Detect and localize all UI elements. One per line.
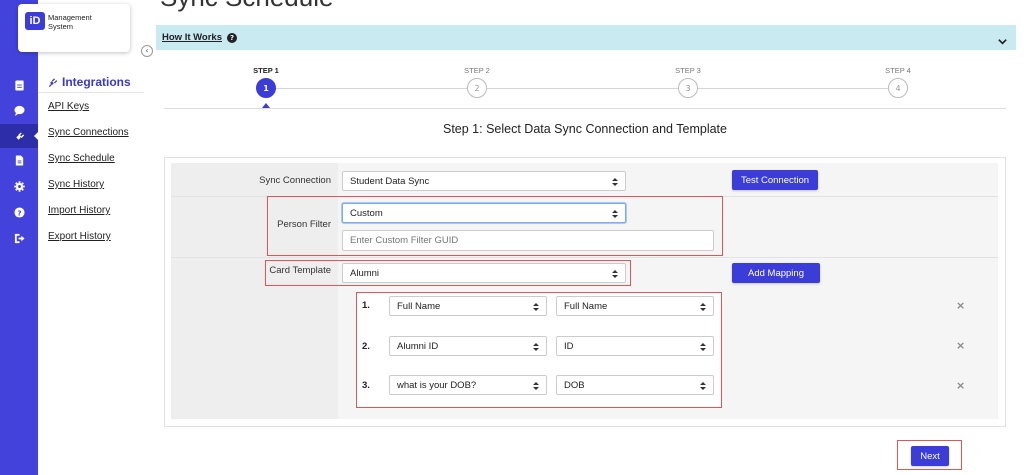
how-it-works-link[interactable]: How It Works [162,32,222,43]
sidebar-item-api-keys[interactable]: API Keys [48,101,89,112]
person-filter-select[interactable]: Custom [342,203,626,223]
select-arrows-icon [700,343,706,351]
sync-connection-label: Sync Connection [259,175,331,186]
logo-text-line1: Management [48,13,92,22]
mapping-source-value: Alumni ID [397,340,439,352]
step-4[interactable]: STEP 4 4 [868,66,928,98]
help-icon: ? [227,32,237,43]
step-number: 2 [467,78,487,98]
remove-mapping-icon[interactable]: × [956,339,965,352]
stepper-track [266,88,898,89]
sidebar-item-export-history[interactable]: Export History [48,231,111,242]
divider [164,108,1006,109]
select-arrows-icon [533,343,539,351]
step-number: 4 [888,78,908,98]
step-heading: Step 1: Select Data Sync Connection and … [443,122,727,136]
page-title: Sync Schedule [160,0,333,13]
logo-badge: iD [25,12,45,30]
mapping-source-value: Full Name [397,300,441,312]
card-template-value: Alumni [350,267,380,279]
divider [38,92,144,93]
plug-icon [48,78,58,87]
sidebar-collapse-button[interactable]: ‹ [141,45,153,57]
sidebar-item-sync-connections[interactable]: Sync Connections [48,127,129,138]
svg-text:?: ? [17,208,21,217]
mapping-target-select[interactable]: ID [556,336,714,356]
row-divider [171,257,998,258]
step-number: 3 [678,78,698,98]
mapping-source-select[interactable]: Alumni ID [389,336,547,356]
mapping-source-select[interactable]: Full Name [389,296,547,316]
select-arrows-icon [700,303,706,311]
plug-icon[interactable] [0,124,39,148]
select-arrows-icon [612,210,618,218]
test-connection-button[interactable]: Test Connection [732,170,818,190]
step-2[interactable]: STEP 2 2 [447,66,507,98]
sidebar-item-import-history[interactable]: Import History [48,205,110,216]
mapping-number: 3. [362,380,370,391]
sync-connection-select[interactable]: Student Data Sync [342,171,626,191]
card-template-select[interactable]: Alumni [342,263,626,283]
next-button[interactable]: Next [911,446,949,466]
document-icon[interactable] [0,151,38,169]
mapping-number: 2. [362,341,370,352]
select-arrows-icon [700,382,706,390]
select-arrows-icon [533,303,539,311]
person-filter-label: Person Filter [277,219,331,230]
sync-connection-value: Student Data Sync [350,175,430,187]
select-arrows-icon [612,270,618,278]
select-arrows-icon [533,382,539,390]
question-icon[interactable]: ? [0,203,38,221]
remove-mapping-icon[interactable]: × [956,379,965,392]
how-it-works-bar[interactable]: How It Works ? [156,25,1016,50]
step-number: 1 [256,78,276,98]
mapping-number: 1. [362,300,370,311]
remove-mapping-icon[interactable]: × [956,299,965,312]
step-label: STEP 4 [885,66,911,75]
select-arrows-icon [612,178,618,186]
sidebar-title-label: Integrations [62,75,131,89]
sign-out-icon[interactable] [0,229,38,247]
chat-icon[interactable] [0,101,38,119]
app-logo[interactable]: iD Management System [18,4,130,52]
logo-text-line2: System [48,22,74,31]
mapping-target-value: ID [564,340,574,352]
sidebar-item-sync-schedule[interactable]: Sync Schedule [48,153,115,164]
sidebar-item-sync-history[interactable]: Sync History [48,179,104,190]
custom-filter-guid-input[interactable] [342,230,714,251]
mapping-target-select[interactable]: Full Name [556,296,714,316]
sidebar-title: Integrations [48,75,131,89]
add-mapping-button[interactable]: Add Mapping [732,263,820,283]
step-label: STEP 2 [464,66,490,75]
mapping-target-value: Full Name [564,300,608,312]
chevron-down-icon[interactable] [997,32,1008,51]
mapping-source-value: what is your DOB? [397,379,477,391]
person-filter-value: Custom [350,207,383,219]
logo-text: Management System [48,13,92,31]
gear-icon[interactable] [0,177,38,195]
step-3[interactable]: STEP 3 3 [658,66,718,98]
card-template-label: Card Template [269,265,331,276]
mapping-target-select[interactable]: DOB [556,375,714,395]
icon-rail: ? [0,0,39,475]
mapping-target-value: DOB [564,379,585,391]
step-1[interactable]: STEP 1 1 [236,66,296,98]
mapping-source-select[interactable]: what is your DOB? [389,375,547,395]
step-label: STEP 1 [253,66,279,75]
step-label: STEP 3 [675,66,701,75]
id-card-icon[interactable] [0,76,38,94]
